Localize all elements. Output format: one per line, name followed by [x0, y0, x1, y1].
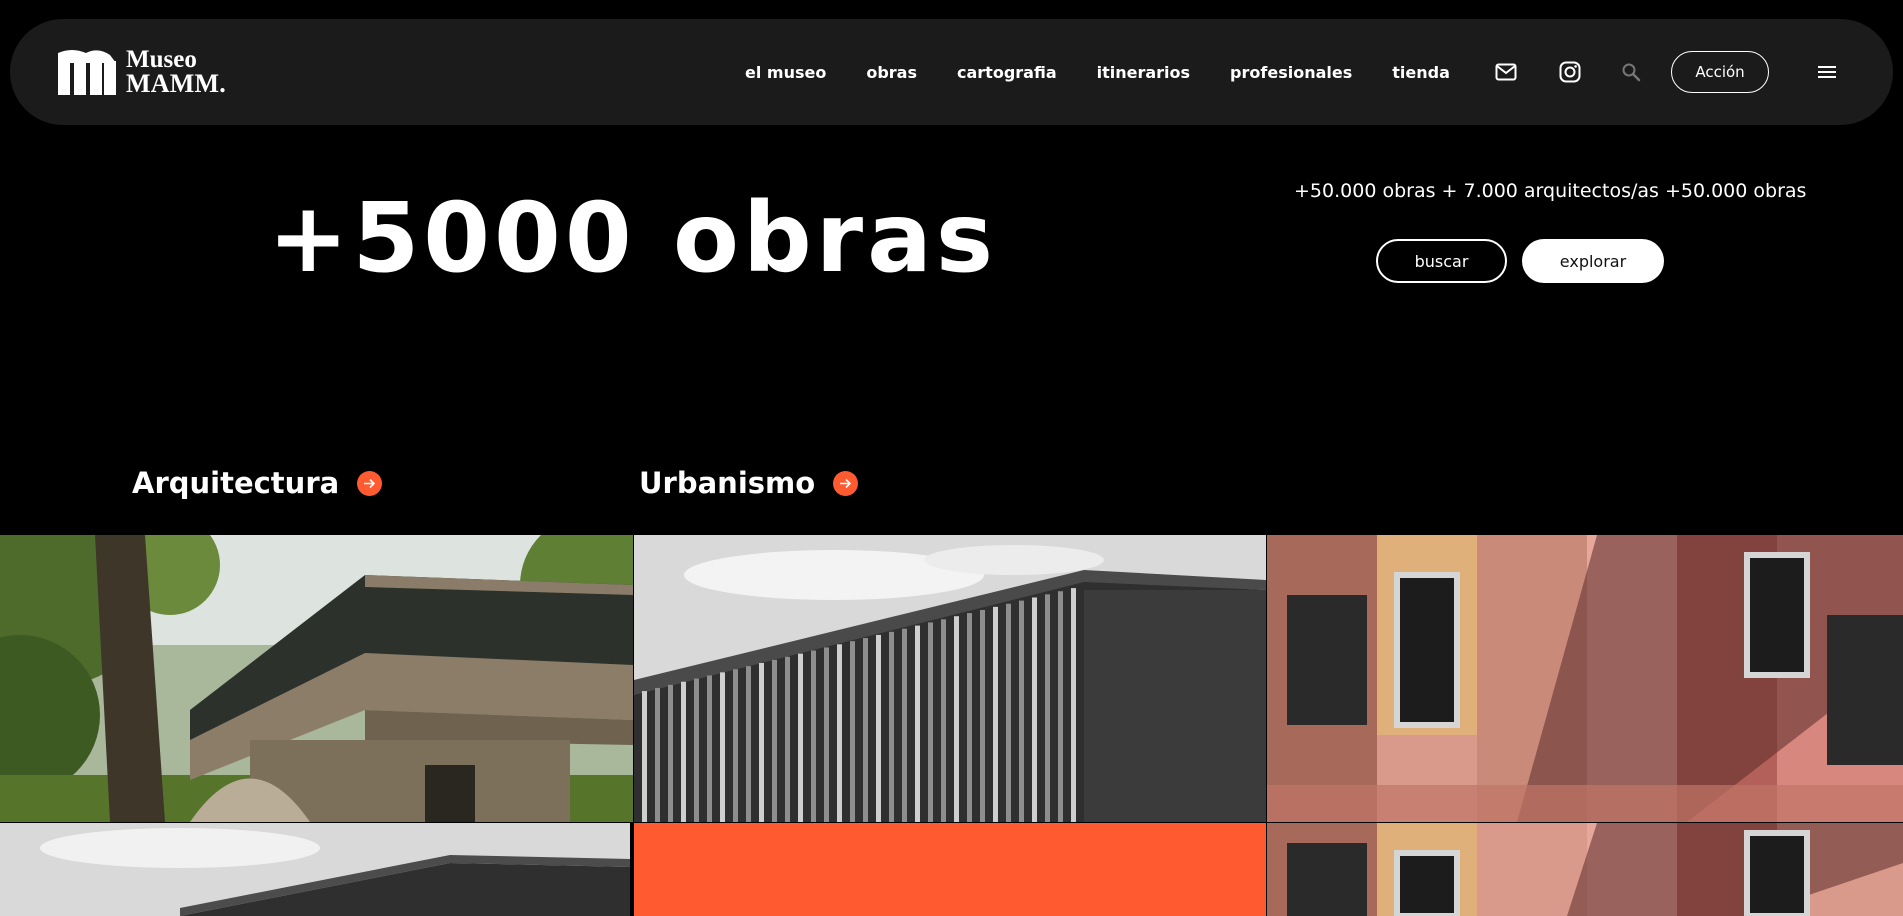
facade-photo-2[interactable] — [1267, 823, 1903, 916]
explorar-button[interactable]: explorar — [1522, 239, 1664, 283]
main-nav: el museo obras cartografia itinerarios p… — [745, 19, 1490, 125]
nav-link-tienda[interactable]: tienda — [1392, 63, 1450, 82]
category-label: Arquitectura — [132, 466, 340, 500]
urbanismo-photo[interactable] — [634, 535, 1266, 822]
nav-link-itinerarios[interactable]: itinerarios — [1097, 63, 1190, 82]
stats-text: +50.000 obras + 7.000 arquitectos/as +50… — [1294, 180, 1807, 202]
arrow-right-icon[interactable] — [357, 470, 383, 496]
category-arquitectura[interactable]: Arquitectura — [132, 466, 383, 500]
hero-title: +5000 obras — [268, 182, 997, 294]
facade-photo[interactable] — [1267, 535, 1903, 822]
logo-line-2: MAMM. — [126, 69, 226, 98]
menu-icon[interactable] — [1814, 59, 1840, 85]
buscar-button[interactable]: buscar — [1376, 239, 1507, 283]
category-label: Urbanismo — [639, 466, 816, 500]
building-photo-2[interactable] — [0, 823, 630, 916]
instagram-icon[interactable] — [1557, 59, 1583, 85]
nav-link-profesionales[interactable]: profesionales — [1230, 63, 1352, 82]
nav-link-el-museo[interactable]: el museo — [745, 63, 826, 82]
action-button[interactable]: Acción — [1671, 51, 1769, 93]
search-icon[interactable] — [1618, 59, 1644, 85]
mail-icon[interactable] — [1493, 59, 1519, 85]
nav-link-obras[interactable]: obras — [866, 63, 917, 82]
nav-link-cartografia[interactable]: cartografia — [957, 63, 1057, 82]
orange-tile[interactable] — [634, 823, 1266, 916]
museo-mamm-logo[interactable]: Museo MAMM. — [58, 47, 226, 97]
mamm-logo-icon — [58, 50, 116, 95]
arrow-right-icon[interactable] — [833, 470, 859, 496]
top-navbar: Museo MAMM. el museo obras cartografia i… — [10, 19, 1893, 125]
arquitectura-photo[interactable] — [0, 535, 633, 822]
category-urbanismo[interactable]: Urbanismo — [639, 466, 859, 500]
